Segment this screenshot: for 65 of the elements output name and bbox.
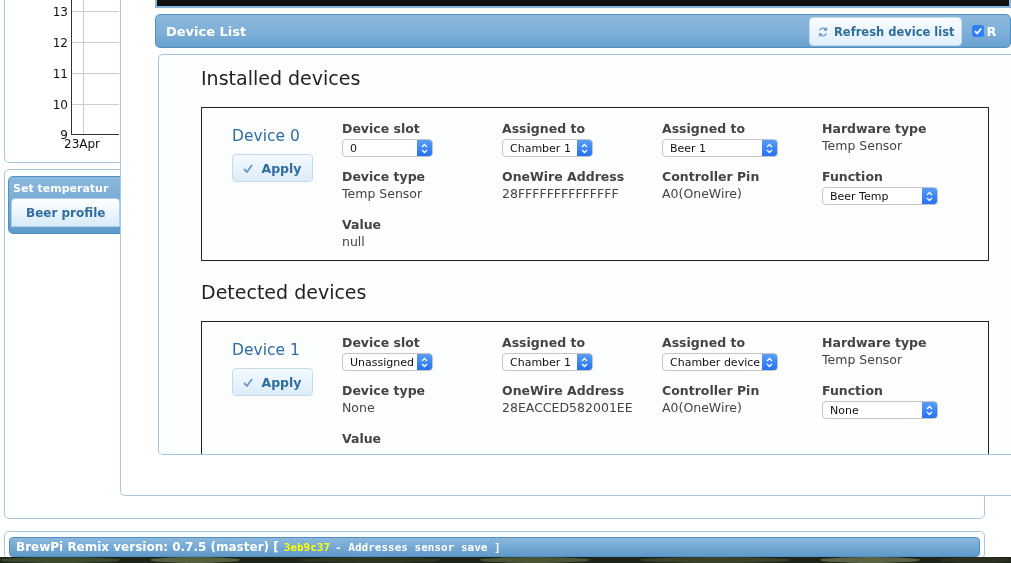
panel-title: Set temperatur [12, 181, 110, 197]
field-label: Device slot [342, 335, 420, 351]
field-label: Hardware type [822, 121, 927, 137]
field-value: Temp Sensor [822, 137, 903, 154]
checkbox[interactable] [972, 25, 985, 37]
dropdown[interactable]: None [822, 401, 938, 419]
check-icon [243, 163, 254, 173]
field-label: Assigned to [662, 121, 746, 137]
field-label: Assigned to [502, 121, 586, 137]
field-label: Device type [342, 383, 426, 399]
dropdown[interactable]: 0 [342, 139, 433, 157]
field-value: Temp Sensor [342, 185, 423, 202]
section-heading: Installed devices [201, 67, 362, 91]
refresh-button[interactable]: Refresh device list [809, 17, 963, 46]
field-label: Device type [342, 169, 426, 185]
dropdown[interactable]: Unassigned [342, 353, 433, 371]
field-label: OneWire Address [502, 169, 625, 185]
device-name: Device 0 [232, 127, 300, 145]
dropdown[interactable]: Beer 1 [662, 139, 778, 157]
field-label: Assigned to [662, 335, 746, 351]
dropdown[interactable]: Chamber device [662, 353, 778, 371]
axis-label: 11 [52, 67, 68, 81]
section-heading: Detected devices [201, 281, 368, 305]
field-value: 28FFFFFFFFFFFFFF [502, 185, 619, 202]
checkbox-label: R [986, 23, 997, 39]
updown-arrows-icon [922, 188, 937, 204]
field-value: A0(OneWire) [662, 399, 742, 416]
updown-arrows-icon [417, 354, 432, 370]
field-value: Temp Sensor [822, 351, 903, 368]
field-label: Controller Pin [662, 383, 760, 399]
field-label: Value [342, 217, 382, 233]
check-icon [243, 377, 254, 387]
updown-arrows-icon [417, 140, 432, 156]
field-value: null [342, 233, 365, 250]
dropdown[interactable]: Chamber 1 [502, 139, 593, 157]
apply-button[interactable]: Apply [232, 154, 313, 182]
updown-arrows-icon [762, 354, 777, 370]
axis-label: 12 [52, 36, 68, 50]
commit-message: - Addresses sensor save ] [335, 540, 501, 554]
commit-hash: 3eb9c37 [283, 540, 331, 554]
field-label: Assigned to [502, 335, 586, 351]
axis-label: 13 [52, 5, 68, 19]
device-name: Device 1 [232, 341, 300, 359]
updown-arrows-icon [577, 354, 592, 370]
tab[interactable]: Beer profile [11, 198, 121, 227]
field-label: Controller Pin [662, 169, 760, 185]
field-label: Device slot [342, 121, 420, 137]
field-label: OneWire Address [502, 383, 625, 399]
updown-arrows-icon [922, 402, 937, 418]
field-label: Function [822, 169, 883, 185]
updown-arrows-icon [762, 140, 777, 156]
dropdown[interactable]: Chamber 1 [502, 353, 593, 371]
refresh-icon [817, 25, 829, 38]
updown-arrows-icon [577, 140, 592, 156]
axis-label: 10 [52, 98, 68, 112]
field-label: Value [342, 431, 382, 447]
field-value: 28EACCED582001EE [502, 399, 633, 416]
field-label: Hardware type [822, 335, 927, 351]
version-text: BrewPi Remix version: 0.7.5 (master) [ [16, 540, 279, 554]
dropdown[interactable]: Beer Temp [822, 187, 938, 205]
dialog-title: Device List [166, 23, 248, 39]
apply-button[interactable]: Apply [232, 368, 313, 396]
field-value: None [342, 399, 375, 416]
field-value: A0(OneWire) [662, 185, 742, 202]
field-label: Function [822, 383, 883, 399]
